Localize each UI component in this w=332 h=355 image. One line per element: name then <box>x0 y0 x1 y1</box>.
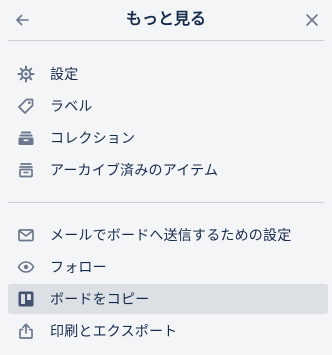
menu-header: もっと見る <box>0 0 332 40</box>
menu-title: もっと見る <box>125 9 206 28</box>
menu-item-label: ボードをコピー <box>50 292 150 308</box>
menu-item-collections[interactable]: コレクション <box>8 123 328 153</box>
menu-item-label: コレクション <box>50 131 136 147</box>
menu-item-copy-board[interactable]: ボードをコピー <box>8 284 328 314</box>
email-icon <box>16 225 36 245</box>
menu-item-label: アーカイブ済みのアイテム <box>50 163 219 179</box>
archive-icon <box>16 160 36 180</box>
menu-item-label: 印刷とエクスポート <box>50 324 178 340</box>
menu-item-settings[interactable]: 設定 <box>8 59 328 89</box>
share-icon <box>16 321 36 341</box>
menu-item-label: フォロー <box>50 260 107 276</box>
menu-item-print-export[interactable]: 印刷とエクスポート <box>8 316 328 346</box>
gear-icon <box>16 64 36 84</box>
menu-item-follow[interactable]: フォロー <box>8 252 328 282</box>
eye-icon <box>16 257 36 277</box>
collection-icon <box>16 128 36 148</box>
header-divider <box>8 40 324 41</box>
menu-item-archived[interactable]: アーカイブ済みのアイテム <box>8 155 328 185</box>
menu-item-label: メールでボードへ送信するための設定 <box>50 228 292 244</box>
menu-item-labels[interactable]: ラベル <box>8 91 328 121</box>
close-icon <box>304 12 320 28</box>
menu-item-label: 設定 <box>50 67 79 83</box>
tag-icon <box>16 96 36 116</box>
menu-item-email-to-board[interactable]: メールでボードへ送信するための設定 <box>8 220 328 250</box>
more-menu-panel: もっと見る 設定 ラベル コレクション アーカイブ済みのアイテム メールでボード… <box>0 0 332 355</box>
board-copy-icon <box>16 289 36 309</box>
menu-item-label: ラベル <box>50 99 93 115</box>
section-divider <box>8 202 324 203</box>
close-button[interactable] <box>298 6 326 34</box>
